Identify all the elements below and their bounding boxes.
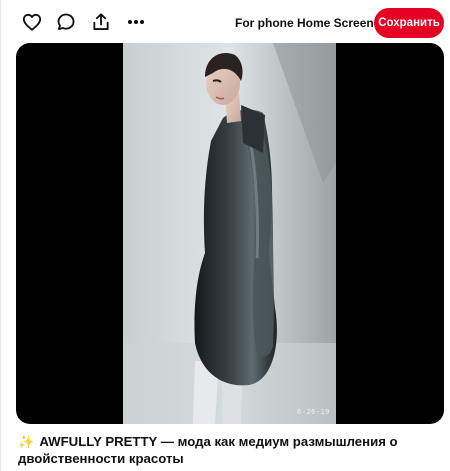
pin-media[interactable]: 6-26-19: [16, 43, 444, 424]
photo-timestamp: 6-26-19: [296, 408, 330, 416]
pin-title: ✨ AWFULLY PRETTY — мода как медиум размы…: [18, 433, 438, 467]
comment-icon[interactable]: [54, 10, 78, 34]
pin-image: 6-26-19: [123, 43, 336, 424]
board-selector[interactable]: For phone Home Screen: [235, 14, 389, 32]
heart-icon[interactable]: [20, 10, 44, 34]
pin-title-text: AWFULLY PRETTY — мода как медиум размышл…: [18, 434, 398, 466]
sparkle-icon: ✨: [18, 434, 35, 449]
pin-toolbar: For phone Home Screen Сохранить: [1, 0, 450, 44]
pin-card: For phone Home Screen Сохранить 6-26-19 …: [0, 0, 450, 471]
share-icon[interactable]: [89, 10, 113, 34]
more-icon[interactable]: [124, 10, 148, 34]
board-selector-label: For phone Home Screen: [235, 16, 374, 30]
save-button[interactable]: Сохранить: [374, 8, 444, 38]
